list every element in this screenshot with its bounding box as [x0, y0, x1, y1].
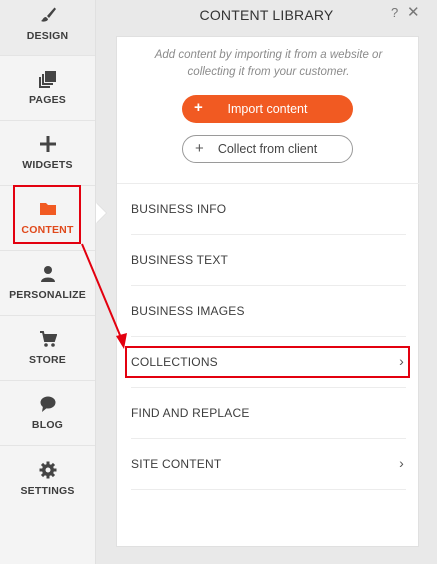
- sidebar-item-settings[interactable]: SETTINGS: [0, 446, 95, 511]
- sidebar-item-label: PAGES: [29, 94, 66, 106]
- sidebar-item-pages[interactable]: PAGES: [0, 56, 95, 121]
- collect-from-client-label: Collect from client: [217, 142, 318, 156]
- import-content-label: Import content: [227, 102, 308, 116]
- intro-text: Add content by importing it from a websi…: [154, 49, 383, 78]
- sidebar-item-label: STORE: [29, 354, 66, 366]
- sidebar-item-label: CONTENT: [21, 224, 74, 236]
- menu-item-business-text[interactable]: BUSINESS TEXT: [131, 235, 406, 286]
- sidebar-item-content[interactable]: CONTENT: [0, 186, 95, 251]
- person-icon: [40, 266, 55, 282]
- sidebar-item-label: PERSONALIZE: [9, 289, 86, 301]
- sidebar-item-label: WIDGETS: [22, 159, 73, 171]
- folder-icon: [39, 203, 56, 215]
- collect-from-client-button[interactable]: + Collect from client: [182, 135, 353, 163]
- content-library-card: Add content by importing it from a websi…: [116, 36, 420, 547]
- panel-header: CONTENT LIBRARY ? ✕: [96, 0, 437, 30]
- chevron-right-icon: ›: [399, 455, 404, 471]
- close-icon[interactable]: ✕: [407, 3, 420, 21]
- menu-item-find-and-replace[interactable]: FIND AND REPLACE: [131, 388, 406, 439]
- sidebar-item-label: DESIGN: [26, 29, 69, 42]
- menu-item-label: BUSINESS INFO: [131, 202, 227, 216]
- panel-title: CONTENT LIBRARY: [199, 7, 334, 23]
- cart-icon: [39, 331, 57, 347]
- plus-icon: +: [194, 99, 203, 116]
- sidebar-item-design[interactable]: DESIGN: [0, 0, 95, 56]
- menu-item-label: BUSINESS TEXT: [131, 253, 229, 267]
- menu-item-label: FIND AND REPLACE: [131, 406, 250, 420]
- menu-item-site-content[interactable]: SITE CONTENT ›: [131, 439, 406, 490]
- chevron-right-icon: ›: [399, 353, 404, 369]
- plus-icon: +: [195, 140, 204, 157]
- menu-item-label: BUSINESS IMAGES: [131, 304, 245, 318]
- menu-item-collections[interactable]: COLLECTIONS ›: [131, 337, 406, 388]
- sidebar: DESIGN PAGES WIDGETS CONTENT PERSONALIZE: [0, 0, 96, 564]
- gear-icon: [39, 461, 56, 478]
- sidebar-item-widgets[interactable]: WIDGETS: [0, 121, 95, 186]
- sidebar-item-store[interactable]: STORE: [0, 316, 95, 381]
- import-content-button[interactable]: + Import content: [182, 95, 353, 123]
- menu-item-business-info[interactable]: BUSINESS INFO: [131, 184, 406, 235]
- plus-icon: [39, 136, 56, 152]
- sidebar-item-label: SETTINGS: [20, 484, 75, 497]
- panel-pointer: [96, 203, 106, 223]
- menu-item-label: SITE CONTENT: [131, 457, 222, 471]
- sidebar-item-personalize[interactable]: PERSONALIZE: [0, 251, 95, 316]
- paintbrush-icon: [40, 7, 56, 22]
- menu-item-label: COLLECTIONS: [131, 355, 218, 369]
- menu-item-business-images[interactable]: BUSINESS IMAGES: [131, 286, 406, 337]
- pages-icon: [38, 71, 56, 88]
- sidebar-item-label: BLOG: [31, 419, 64, 431]
- help-icon[interactable]: ?: [391, 5, 398, 20]
- chat-bubble-icon: [40, 396, 55, 412]
- sidebar-item-blog[interactable]: BLOG: [0, 381, 95, 446]
